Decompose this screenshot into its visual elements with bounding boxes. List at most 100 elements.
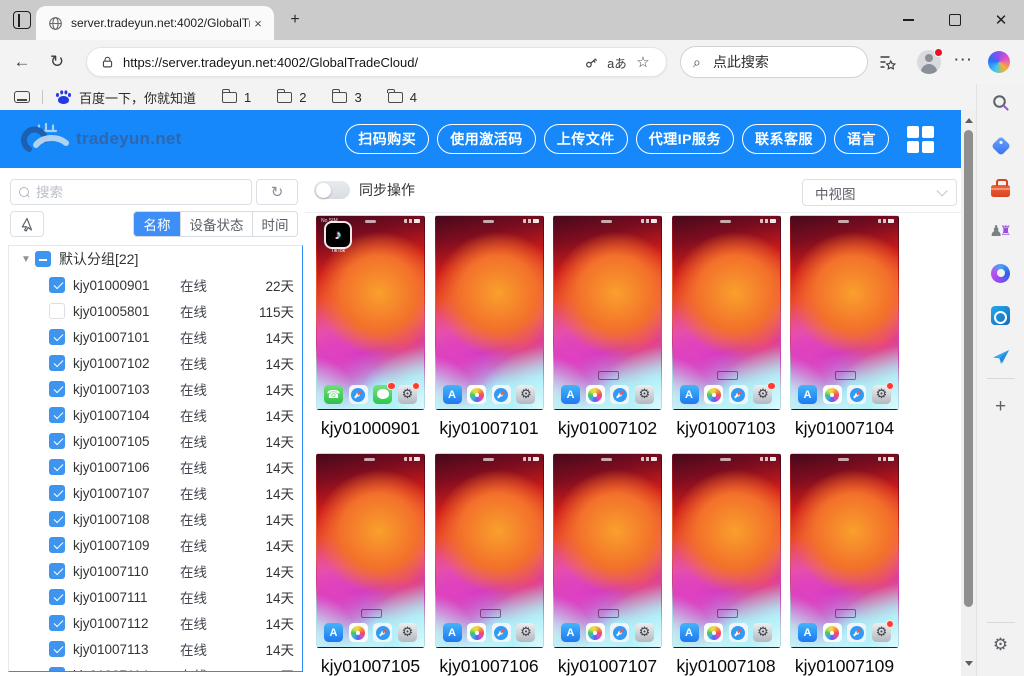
device-row[interactable]: kjy01007105 在线 14天 [9,428,302,454]
device-checkbox[interactable] [49,277,65,293]
device-row[interactable]: kjy01007114 在线 14天 [9,662,302,672]
search-box[interactable]: ⌕ 点此搜索 [680,46,868,78]
phone-tile[interactable]: ♪ kjy01007104 [790,215,899,438]
phone-tile[interactable]: ♪ kjy01007107 [553,453,662,676]
device-checkbox[interactable] [49,433,65,449]
device-row[interactable]: kjy01007112 在线 14天 [9,610,302,636]
contact-support-button[interactable]: 联系客服 [742,124,826,154]
bookmark-folder-4[interactable]: 4 [388,90,417,105]
device-checkbox[interactable] [49,485,65,501]
group-checkbox[interactable] [35,251,51,267]
phone-tile[interactable]: No SIM ♪ TikTok kjy01000901 [316,215,425,438]
view-mode-select[interactable]: 中视图 [802,179,957,206]
device-checkbox[interactable] [49,355,65,371]
rail-settings-icon[interactable]: ⚙ [986,630,1016,660]
phone-tile[interactable]: ♪ kjy01007108 [672,453,781,676]
device-row[interactable]: kjy01007111 在线 14天 [9,584,302,610]
device-row[interactable]: kjy01007106 在线 14天 [9,454,302,480]
phone-screen[interactable]: ♪ [790,215,899,410]
device-row[interactable]: kjy01007108 在线 14天 [9,506,302,532]
reading-list-icon[interactable] [14,91,30,103]
favorite-star-icon[interactable]: ☆ [630,53,656,71]
device-checkbox[interactable] [49,459,65,475]
scrollbar-thumb[interactable] [964,130,973,607]
tab-name[interactable]: 名称 [134,212,180,236]
phone-screen[interactable]: No SIM ♪ TikTok [316,215,425,410]
scroll-down-icon[interactable] [965,661,973,666]
window-minimize-button[interactable] [885,0,931,40]
device-row[interactable]: kjy01005801 在线 115天 [9,298,302,324]
device-checkbox[interactable] [49,641,65,657]
password-key-icon[interactable] [578,55,604,70]
rail-games-icon[interactable]: ♟♜ [986,216,1016,246]
device-row[interactable]: kjy01007102 在线 14天 [9,350,302,376]
translate-icon[interactable]: aあ [604,53,630,72]
device-checkbox[interactable] [49,589,65,605]
device-checkbox[interactable] [49,303,65,319]
upload-file-button[interactable]: 上传文件 [544,124,628,154]
phone-screen[interactable]: ♪ [553,453,662,648]
window-maximize-button[interactable] [932,0,978,40]
device-search-field[interactable] [10,179,252,205]
window-close-button[interactable]: ✕ [978,0,1024,40]
sync-toggle[interactable] [314,181,350,199]
more-menu-icon[interactable]: ··· [953,52,975,67]
scroll-up-icon[interactable] [965,118,973,123]
phone-tile[interactable]: ♪ kjy01007103 [672,215,781,438]
phone-tile[interactable]: ♪ kjy01007106 [435,453,544,676]
phone-screen[interactable]: ♪ [435,215,544,410]
device-row[interactable]: kjy01007107 在线 14天 [9,480,302,506]
phone-screen[interactable]: ♪ [672,215,781,410]
device-row[interactable]: kjy01007113 在线 14天 [9,636,302,662]
device-row[interactable]: kjy01007104 在线 14天 [9,402,302,428]
device-row[interactable]: kjy01007103 在线 14天 [9,376,302,402]
device-checkbox[interactable] [49,615,65,631]
phone-tile[interactable]: ♪ kjy01007101 [435,215,544,438]
rail-shopping-icon[interactable] [986,131,1016,161]
device-checkbox[interactable] [49,407,65,423]
rail-outlook-icon[interactable] [986,300,1016,330]
phone-tile[interactable]: ♪ kjy01007102 [553,215,662,438]
collapse-arrow-icon[interactable]: ▼ [21,254,35,265]
bookmark-folder-2[interactable]: 2 [277,90,306,105]
device-checkbox[interactable] [49,537,65,553]
rail-drop-icon[interactable] [986,342,1016,372]
use-activation-code-button[interactable]: 使用激活码 [437,124,536,154]
refresh-icon[interactable]: ↻ [45,52,69,72]
workspaces-icon[interactable] [13,11,31,29]
page-scrollbar[interactable] [961,110,976,676]
address-bar[interactable]: https://server.tradeyun.net:4002/GlobalT… [86,47,667,77]
rail-add-icon[interactable]: + [986,392,1016,422]
phone-screen[interactable]: ♪ [790,453,899,648]
device-row[interactable]: kjy01000901 在线 22天 [9,272,302,298]
phone-tile[interactable]: ♪ kjy01007105 [316,453,425,676]
rail-microsoft-365-icon[interactable] [986,258,1016,288]
device-checkbox[interactable] [49,511,65,527]
favorites-collections-icon[interactable] [878,53,902,71]
device-group-row[interactable]: ▼ 默认分组[22] [9,246,302,272]
back-icon[interactable]: ← [10,52,34,72]
bookmark-baidu[interactable]: 百度一下，你就知道 [79,88,196,107]
refresh-devices-button[interactable]: ↻ [256,179,298,205]
scan-to-buy-button[interactable]: 扫码购买 [345,124,429,154]
rail-tools-icon[interactable] [986,173,1016,203]
phone-tile[interactable]: ♪ kjy01007109 [790,453,899,676]
phone-screen[interactable]: ♪ [553,215,662,410]
bookmark-folder-1[interactable]: 1 [222,90,251,105]
new-tab-button[interactable]: + [286,11,304,29]
rail-search-icon[interactable] [986,88,1016,118]
phone-screen[interactable]: ♪ [435,453,544,648]
device-checkbox[interactable] [49,329,65,345]
phone-screen[interactable]: ♪ [316,453,425,648]
device-checkbox[interactable] [49,563,65,579]
device-row[interactable]: kjy01007109 在线 14天 [9,532,302,558]
device-row[interactable]: kjy01007110 在线 14天 [9,558,302,584]
tab-time[interactable]: 时间 [252,212,297,236]
tab-device-status[interactable]: 设备状态 [180,212,252,236]
phone-screen[interactable]: ♪ [672,453,781,648]
language-button[interactable]: 语言 [834,124,889,154]
proxy-ip-service-button[interactable]: 代理IP服务 [636,124,734,154]
apps-grid-icon[interactable] [907,126,934,153]
browser-tab[interactable]: server.tradeyun.net:4002/GlobalTr × [36,6,274,40]
scroll-to-top-button[interactable] [10,211,44,237]
